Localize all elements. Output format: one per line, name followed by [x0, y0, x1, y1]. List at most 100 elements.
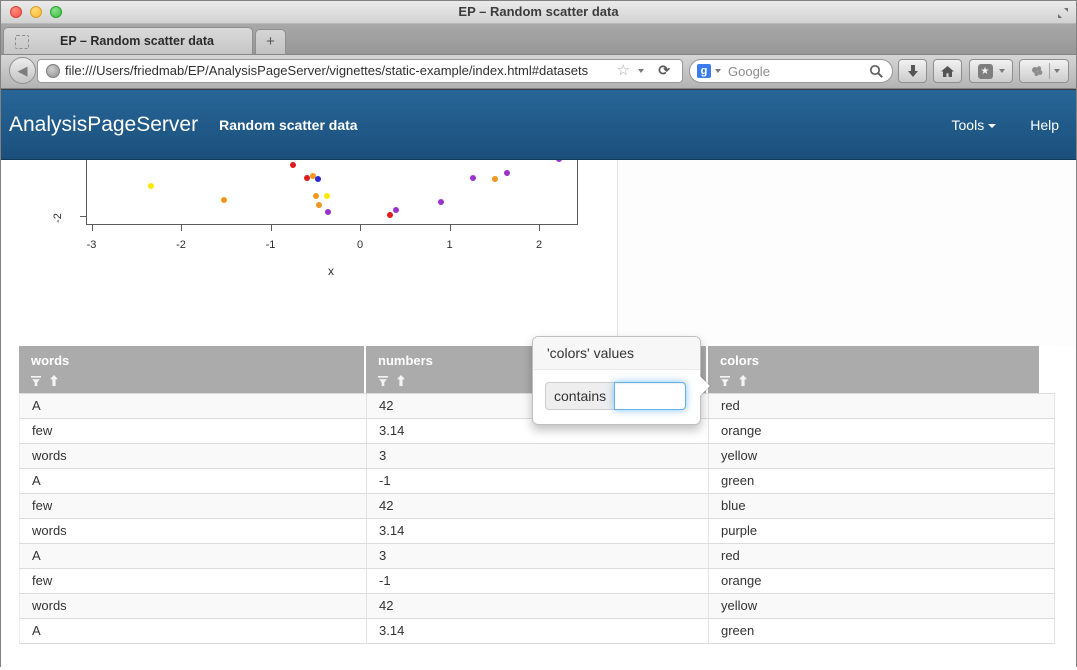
table-cell: A [19, 469, 366, 493]
x-axis-tick-label: 2 [524, 239, 554, 251]
url-dropdown-caret-icon[interactable] [638, 69, 644, 73]
nav-page-link[interactable]: Random scatter data [219, 117, 357, 133]
table-body: A42redfew3.14orangewords3yellowA-1greenf… [19, 393, 1055, 644]
sort-up-icon[interactable] [738, 373, 748, 391]
home-button[interactable] [933, 59, 962, 83]
table-cell: blue [708, 494, 1055, 518]
favicon-placeholder-icon [15, 35, 29, 49]
y-axis-tick [80, 216, 86, 217]
reload-icon[interactable]: ⟳ [658, 62, 670, 79]
page-content: -3-2-1012 -2 x words numbers [1, 160, 1076, 670]
button-divider [1049, 63, 1050, 79]
x-axis-tick [181, 225, 182, 231]
fullscreen-icon[interactable] [1057, 6, 1069, 18]
brand[interactable]: AnalysisPageServer [9, 113, 198, 137]
table-cell: orange [708, 419, 1055, 443]
table-cell: 3.14 [366, 619, 708, 643]
table-cell: green [708, 619, 1055, 643]
popover-arrow [700, 375, 711, 397]
tools-menu[interactable]: Tools [952, 117, 997, 133]
download-arrow-icon [907, 64, 919, 78]
table-cell: few [19, 494, 366, 518]
table-row: words3yellow [19, 443, 1055, 468]
table-cell: green [708, 469, 1055, 493]
popover-title: 'colors' values [533, 337, 700, 370]
table-cell: 3 [366, 544, 708, 568]
bookmarks-caret-icon [999, 69, 1005, 73]
sort-up-icon[interactable] [49, 373, 59, 391]
scatter-point [290, 162, 296, 168]
column-header-colors[interactable]: colors [708, 346, 1039, 393]
table-cell: 3 [366, 444, 708, 468]
filter-icon[interactable] [378, 373, 389, 391]
addon-split-button[interactable] [1019, 59, 1069, 83]
table-cell: red [708, 394, 1055, 418]
tab-active[interactable]: EP – Random scatter data [3, 27, 253, 54]
table-cell: red [708, 544, 1055, 568]
tab-label: EP – Random scatter data [60, 28, 214, 54]
table-cell: words [19, 444, 366, 468]
url-text[interactable]: file:///Users/friedmab/EP/AnalysisPageSe… [65, 60, 610, 82]
titlebar: EP – Random scatter data [1, 1, 1076, 24]
panel-divider [617, 160, 618, 347]
app-navbar: AnalysisPageServer Random scatter data T… [1, 89, 1076, 160]
table-row: words42yellow [19, 593, 1055, 618]
table-row: few42blue [19, 493, 1055, 518]
filter-popover: 'colors' values contains [532, 336, 701, 425]
x-axis-tick [360, 225, 361, 231]
downloads-button[interactable] [898, 59, 927, 83]
table-cell: purple [708, 519, 1055, 543]
table-cell: orange [708, 569, 1055, 593]
globe-icon [46, 64, 60, 78]
x-axis-tick-label: 0 [345, 239, 375, 251]
scatter-point [148, 183, 154, 189]
table-cell: -1 [366, 469, 708, 493]
help-link[interactable]: Help [1030, 117, 1059, 133]
x-axis-tick [92, 225, 93, 231]
back-button[interactable]: ◀ [9, 57, 36, 84]
table-cell: A [19, 544, 366, 568]
home-icon [940, 65, 955, 78]
table-cell: 42 [366, 594, 708, 618]
scatter-point [315, 176, 321, 182]
sort-up-icon[interactable] [396, 373, 406, 391]
y-axis-tick-label: -2 [52, 213, 64, 223]
x-axis-title: x [319, 264, 343, 278]
table-row: A3red [19, 543, 1055, 568]
x-axis-tick [539, 225, 540, 231]
search-magnifier-icon[interactable] [869, 64, 884, 84]
table-row: few-1orange [19, 568, 1055, 593]
table-row: words3.14purple [19, 518, 1055, 543]
table-header-filler [1041, 346, 1057, 393]
filter-icon[interactable] [720, 373, 731, 391]
new-tab-button[interactable]: + [255, 29, 286, 54]
sidebar-area [618, 160, 1076, 347]
search-engine-caret-icon[interactable] [715, 69, 721, 73]
table-cell: few [19, 569, 366, 593]
table-cell: 3.14 [366, 519, 708, 543]
x-axis-tick [450, 225, 451, 231]
search-bar[interactable]: g [689, 59, 893, 83]
navigation-toolbar: ◀ file:///Users/friedmab/EP/AnalysisPage… [1, 55, 1076, 89]
column-header-words[interactable]: words [19, 346, 364, 393]
filter-value-input[interactable] [614, 382, 686, 410]
scatter-plot[interactable]: -3-2-1012 -2 x [1, 160, 617, 347]
scatter-point [221, 197, 227, 203]
table-cell: few [19, 419, 366, 443]
table-cell: 42 [366, 494, 708, 518]
table-cell: yellow [708, 444, 1055, 468]
bookmark-star-icon[interactable]: ☆ [617, 61, 630, 79]
scatter-point [316, 202, 322, 208]
scatter-point [470, 175, 476, 181]
table-cell: words [19, 594, 366, 618]
x-axis-tick [271, 225, 272, 231]
filter-icon[interactable] [31, 373, 42, 391]
table-cell: words [19, 519, 366, 543]
google-engine-icon[interactable]: g [697, 64, 711, 78]
search-input[interactable] [726, 62, 860, 81]
url-bar[interactable]: file:///Users/friedmab/EP/AnalysisPageSe… [37, 59, 683, 83]
addon-caret-icon [1054, 69, 1060, 73]
bookmarks-star-icon: ★ [978, 64, 993, 79]
table-cell: yellow [708, 594, 1055, 618]
bookmarks-menu-button[interactable]: ★ [969, 59, 1013, 83]
